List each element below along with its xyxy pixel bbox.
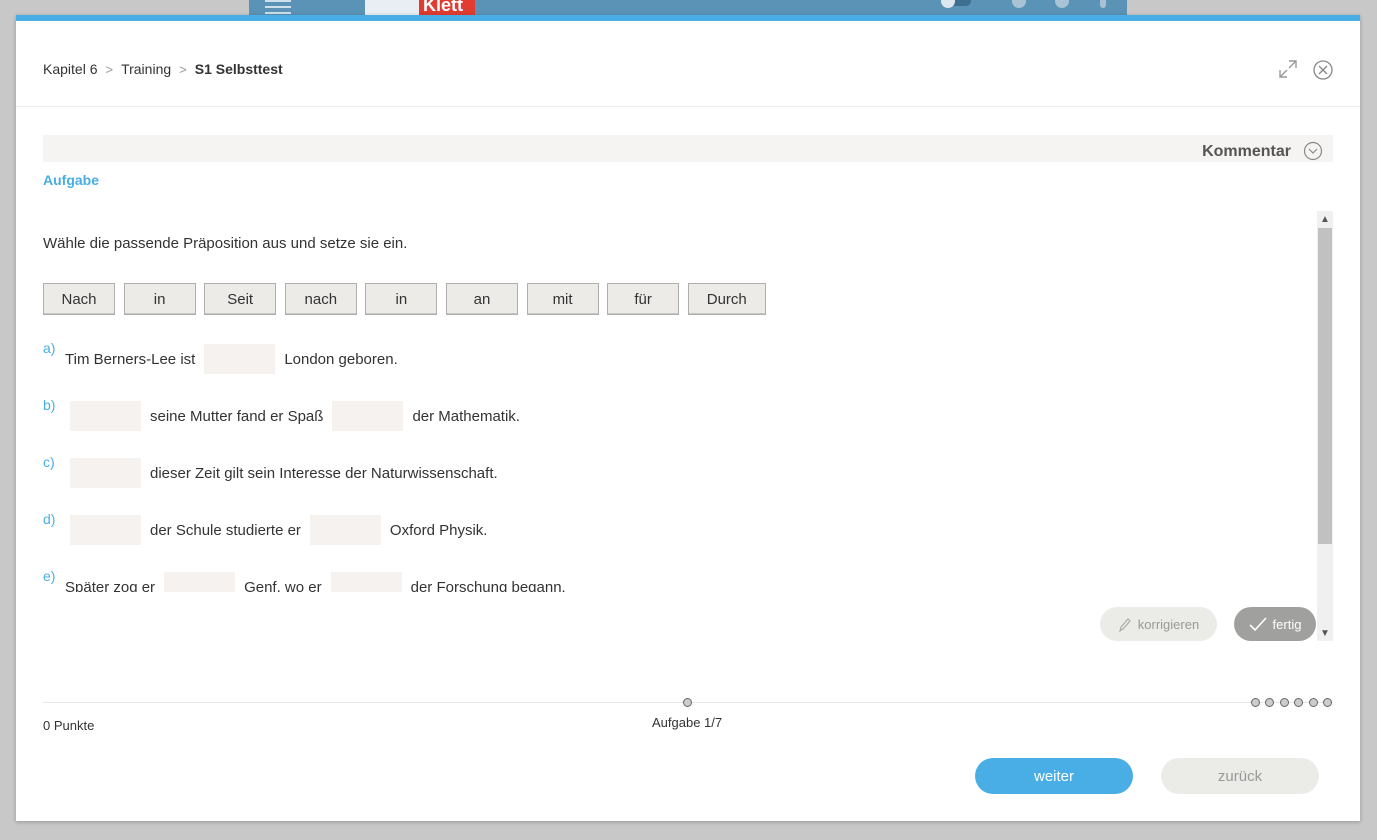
word-chip[interactable]: mit <box>526 283 599 315</box>
sentence-marker: c) <box>43 454 55 470</box>
word-chip[interactable]: nach <box>284 283 357 315</box>
word-chip[interactable]: Nach <box>43 283 115 315</box>
progress-step-dot[interactable] <box>1323 698 1332 707</box>
ls-toggle <box>929 0 979 10</box>
background-app-header: Klett <box>249 0 1127 16</box>
comment-label[interactable]: Kommentar <box>1202 143 1291 161</box>
sentence-text: der Schule studierte er <box>150 521 301 539</box>
gear-icon <box>1055 0 1069 8</box>
sentence-d: d) der Schule studierte er Oxford Physik… <box>43 511 491 545</box>
close-icon[interactable] <box>1312 59 1334 81</box>
word-chip[interactable]: in <box>365 283 438 315</box>
sentence-text: Später zog er <box>65 578 156 593</box>
next-button[interactable]: weiter <box>975 758 1133 794</box>
breadcrumb-item-chapter[interactable]: Kapitel 6 <box>43 61 97 77</box>
more-icon <box>1100 0 1106 8</box>
task-counter: Aufgabe 1/7 <box>652 715 723 730</box>
klett-logo-text: Klett <box>419 0 475 16</box>
breadcrumb-item-current: S1 Selbsttest <box>194 61 283 77</box>
sentence-text: seine Mutter fand er Spaß <box>150 407 324 425</box>
sentence-marker: a) <box>43 340 56 356</box>
breadcrumb: Kapitel 6 > Training > S1 Selbsttest <box>43 61 283 77</box>
chevron-right-icon: > <box>105 61 114 77</box>
breadcrumb-item-training[interactable]: Training <box>121 61 171 77</box>
menu-icon <box>265 0 291 14</box>
drop-gap[interactable] <box>70 515 141 545</box>
comment-bar[interactable]: Kommentar <box>43 135 1333 162</box>
sentence-text: Oxford Physik. <box>389 521 488 539</box>
sentence-text: dieser Zeit gilt sein Interesse der Natu… <box>150 464 498 482</box>
sentence-marker: b) <box>43 397 56 413</box>
drop-gap[interactable] <box>70 401 141 431</box>
drop-gap[interactable] <box>70 458 141 488</box>
klett-logo-mark <box>365 0 419 16</box>
share-icon <box>1012 0 1026 8</box>
sentence-b: b) seine Mutter fand er Spaß der Mathema… <box>43 397 524 431</box>
word-chip[interactable]: Seit <box>204 283 277 315</box>
correct-button-label: korrigieren <box>1137 616 1200 632</box>
chevron-right-icon: > <box>179 61 187 77</box>
sentence-text: der Mathematik. <box>412 407 520 425</box>
exercise-dialog: Kapitel 6 > Training > S1 Selbsttest Kom… <box>16 15 1360 821</box>
word-chip[interactable]: in <box>123 283 196 315</box>
pencil-icon <box>1118 618 1131 632</box>
word-chip[interactable]: für <box>607 283 680 315</box>
progress-step-dot[interactable] <box>1309 698 1318 707</box>
word-bank: Nach in Seit nach in an mit für Durch <box>43 283 774 315</box>
drop-gap[interactable] <box>164 572 236 592</box>
sentence-text: Genf, wo er <box>244 578 322 593</box>
progress-step-dot[interactable] <box>1251 698 1260 707</box>
done-button-label: fertig <box>1272 616 1302 632</box>
correct-button[interactable]: korrigieren <box>1100 607 1217 641</box>
progress-step-dot[interactable] <box>1280 698 1289 707</box>
sentence-text: London geboren. <box>284 350 398 368</box>
header-divider <box>16 106 1360 107</box>
drop-gap[interactable] <box>330 572 402 592</box>
points-display: 0 Punkte <box>43 718 95 733</box>
task-content: Wähle die passende Präposition aus und s… <box>43 206 1316 592</box>
checkmark-icon <box>1248 617 1267 632</box>
sentence-text: der Forschung begann. <box>410 578 566 593</box>
content-scrollbar[interactable]: ▲ ▼ <box>1317 211 1333 641</box>
word-chip[interactable]: Durch <box>687 283 766 315</box>
drop-gap[interactable] <box>332 401 404 431</box>
done-button[interactable]: fertig <box>1234 607 1316 641</box>
task-instruction: Wähle die passende Präposition aus und s… <box>43 235 408 252</box>
sentence-a: a) Tim Berners-Lee ist London geboren. <box>43 340 402 374</box>
sentence-text: Tim Berners-Lee ist <box>65 350 196 368</box>
chevron-down-icon[interactable] <box>1303 141 1323 161</box>
drop-gap[interactable] <box>204 344 276 374</box>
back-button[interactable]: zurück <box>1161 758 1319 794</box>
sentence-marker: d) <box>43 511 56 527</box>
scroll-down-arrow-icon[interactable]: ▼ <box>1317 625 1333 641</box>
sentence-c: c) dieser Zeit gilt sein Interesse der N… <box>43 454 502 488</box>
drop-gap[interactable] <box>309 515 381 545</box>
progress-step-dot[interactable] <box>1265 698 1274 707</box>
word-chip[interactable]: an <box>445 283 518 315</box>
task-section-label: Aufgabe <box>43 172 99 188</box>
progress-current-marker <box>683 698 692 707</box>
progress-step-dot[interactable] <box>1294 698 1303 707</box>
sentence-e: e) Später zog er Genf, wo er der Forschu… <box>43 568 570 593</box>
sentence-marker: e) <box>43 568 56 584</box>
expand-icon[interactable] <box>1278 59 1298 79</box>
scroll-thumb[interactable] <box>1318 228 1332 544</box>
scroll-up-arrow-icon[interactable]: ▲ <box>1317 211 1333 227</box>
